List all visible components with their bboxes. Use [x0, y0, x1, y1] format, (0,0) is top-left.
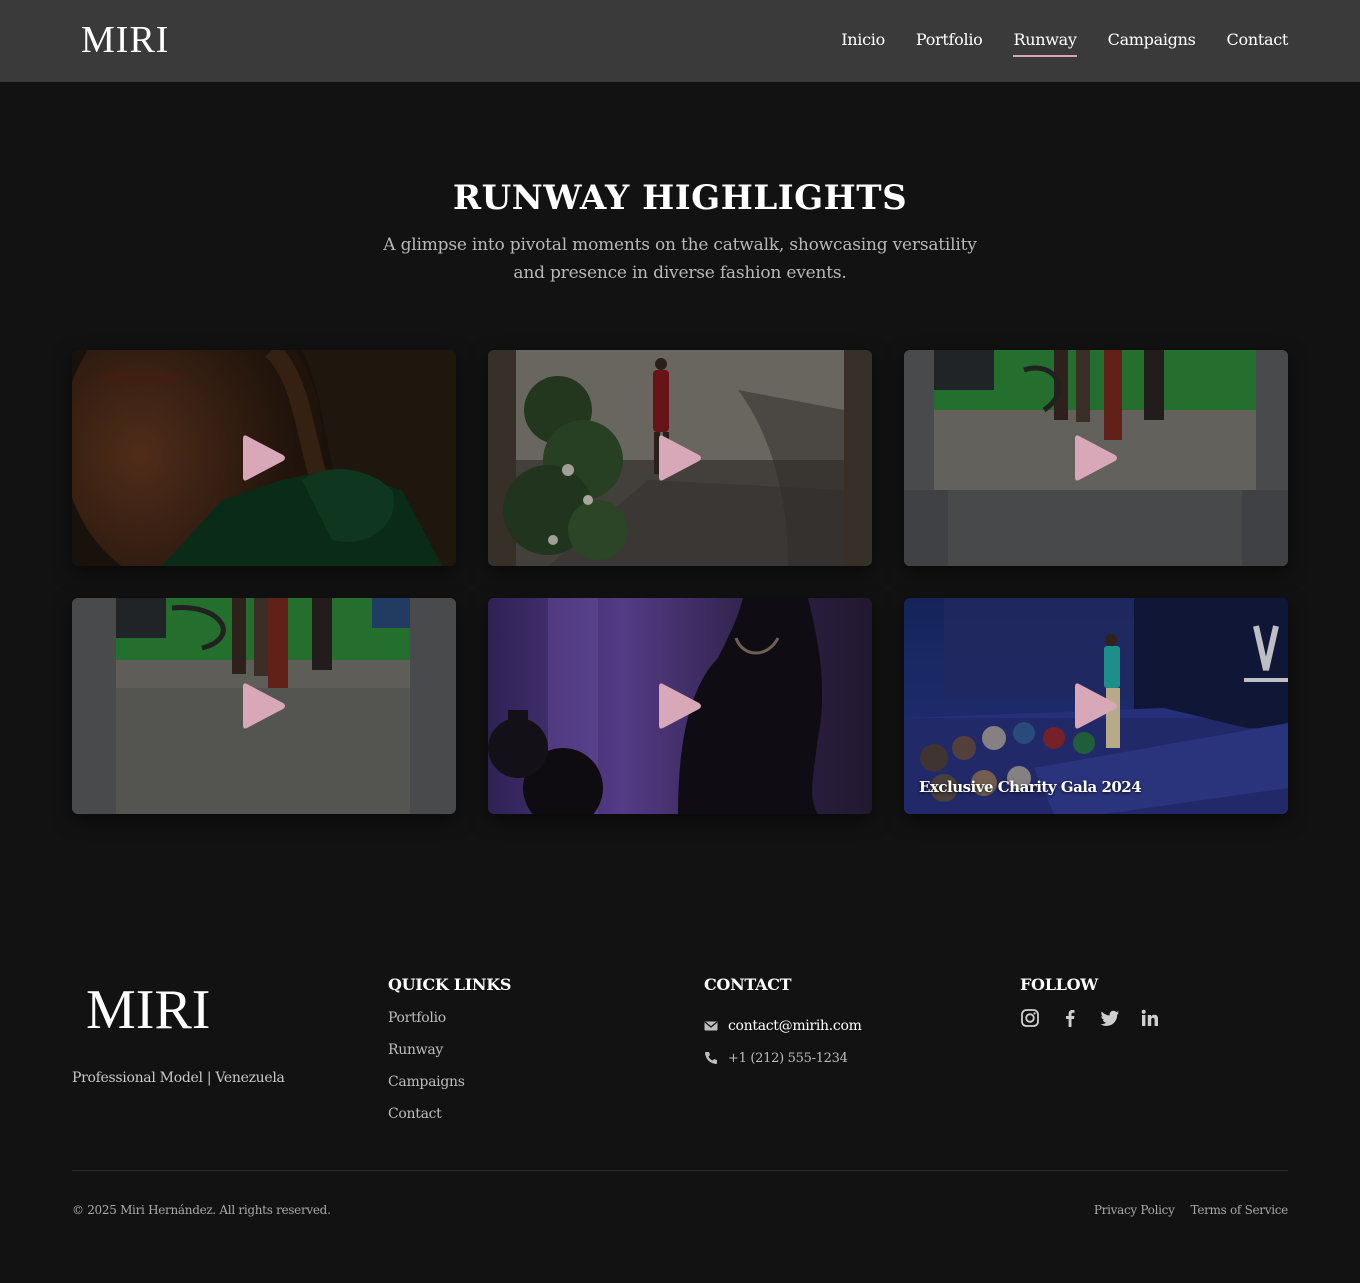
video-card[interactable]	[488, 598, 872, 814]
main-nav: Inicio Portfolio Runway Campaigns Contac…	[841, 29, 1288, 57]
video-caption: Exclusive Charity Gala 2024	[919, 778, 1142, 796]
copyright: © 2025 Miri Hernández. All rights reserv…	[72, 1203, 331, 1217]
video-card[interactable]: Exclusive Charity Gala 2024	[904, 598, 1288, 814]
social-links	[1020, 1008, 1160, 1028]
terms-of-service-link[interactable]: Terms of Service	[1191, 1203, 1289, 1217]
play-icon[interactable]	[657, 680, 703, 732]
play-icon[interactable]	[241, 432, 287, 484]
footer-link-runway[interactable]: Runway	[388, 1042, 511, 1074]
quick-links-heading: QUICK LINKS	[388, 975, 512, 994]
nav-campaigns[interactable]: Campaigns	[1108, 29, 1196, 57]
footer-divider	[72, 1170, 1288, 1171]
contact-phone-row[interactable]: +1 (212) 555-1234	[704, 1042, 862, 1074]
quick-links: QUICK LINKS Portfolio Runway Campaigns C…	[388, 975, 511, 1138]
legal-links: Privacy Policy Terms of Service	[1094, 1203, 1288, 1217]
nav-runway[interactable]: Runway	[1013, 29, 1077, 57]
video-card[interactable]	[904, 350, 1288, 566]
play-icon[interactable]	[657, 432, 703, 484]
footer-link-campaigns[interactable]: Campaigns	[388, 1074, 511, 1106]
video-card[interactable]	[488, 350, 872, 566]
contact-email-row[interactable]: contact@mirih.com	[704, 1010, 862, 1042]
footer-tagline: Professional Model | Venezuela	[72, 1070, 285, 1086]
twitter-icon[interactable]	[1100, 1008, 1120, 1028]
logo[interactable]: MIRI	[81, 18, 169, 62]
play-icon[interactable]	[241, 680, 287, 732]
follow-section: FOLLOW	[1020, 975, 1160, 1028]
contact-heading: CONTACT	[704, 975, 792, 994]
facebook-icon[interactable]	[1060, 1008, 1080, 1028]
nav-portfolio[interactable]: Portfolio	[916, 29, 983, 57]
privacy-policy-link[interactable]: Privacy Policy	[1094, 1203, 1175, 1217]
video-grid: Exclusive Charity Gala 2024	[72, 350, 1288, 814]
page-title: RUNWAY HIGHLIGHTS	[452, 178, 908, 218]
contact-info: CONTACT contact@mirih.com +1 (212) 555-1…	[704, 975, 862, 1074]
site-header: MIRI Inicio Portfolio Runway Campaigns C…	[0, 0, 1360, 82]
page-subtitle: A glimpse into pivotal moments on the ca…	[383, 235, 977, 283]
contact-phone[interactable]: +1 (212) 555-1234	[728, 1051, 848, 1066]
play-icon[interactable]	[1073, 680, 1119, 732]
nav-contact[interactable]: Contact	[1227, 29, 1289, 57]
envelope-icon	[704, 1021, 718, 1031]
footer-logo[interactable]: MIRI	[86, 980, 210, 1040]
video-card[interactable]	[72, 598, 456, 814]
video-card[interactable]	[72, 350, 456, 566]
phone-icon	[705, 1052, 717, 1064]
footer-link-portfolio[interactable]: Portfolio	[388, 1010, 511, 1042]
linkedin-icon[interactable]	[1140, 1008, 1160, 1028]
follow-heading: FOLLOW	[1020, 975, 1098, 994]
nav-inicio[interactable]: Inicio	[841, 29, 885, 57]
contact-email[interactable]: contact@mirih.com	[728, 1018, 862, 1034]
play-icon[interactable]	[1073, 432, 1119, 484]
footer-link-contact[interactable]: Contact	[388, 1106, 511, 1138]
instagram-icon[interactable]	[1020, 1008, 1040, 1028]
